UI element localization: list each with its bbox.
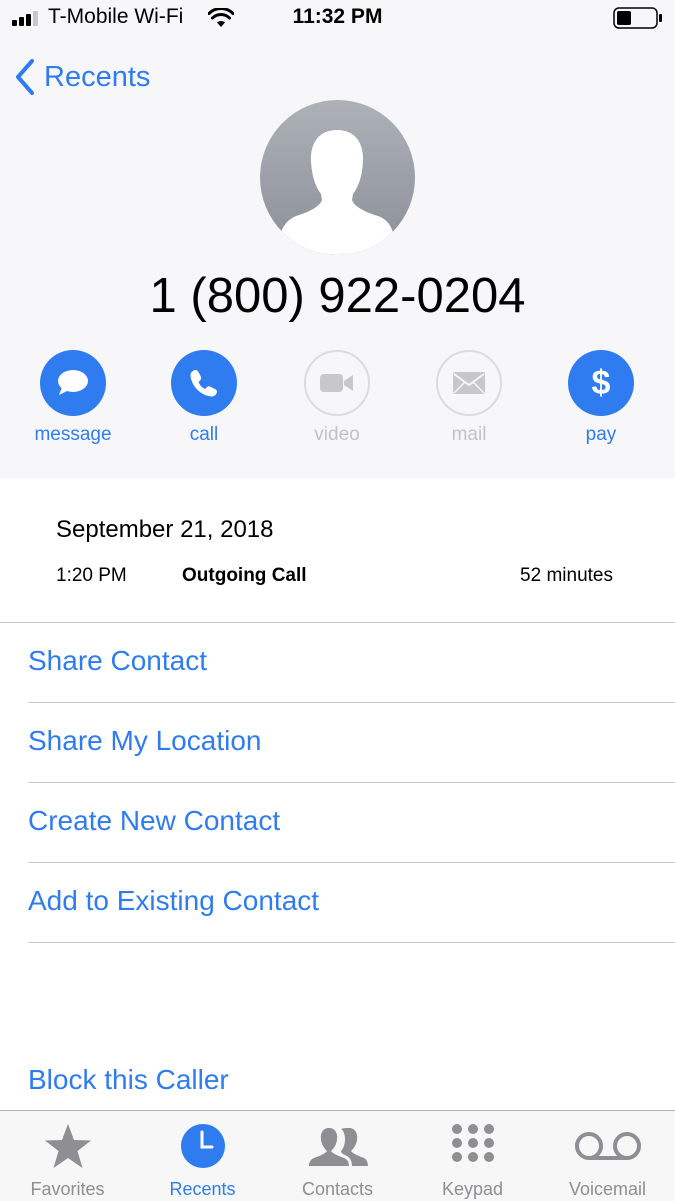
phone-icon — [190, 370, 217, 397]
divider — [28, 782, 675, 783]
tab-voicemail[interactable]: Voicemail — [540, 1111, 675, 1201]
pay-button[interactable]: $ pay — [556, 350, 646, 446]
tab-label: Contacts — [301, 1179, 374, 1199]
voicemail-icon — [574, 1132, 641, 1160]
mail-button: mail — [424, 350, 514, 446]
pay-label: pay — [585, 424, 617, 445]
create-new-contact-option[interactable]: Create New Contact — [28, 805, 280, 837]
svg-text:$: $ — [592, 364, 611, 402]
call-time: 1:20 PM — [56, 565, 127, 586]
video-circle — [304, 350, 370, 416]
back-label: Recents — [44, 60, 151, 93]
divider — [28, 862, 675, 863]
call-label: call — [189, 424, 219, 445]
message-label: message — [34, 424, 112, 445]
tab-label: Favorites — [30, 1179, 105, 1199]
phone-number: 1 (800) 922-0204 — [149, 269, 526, 323]
video-icon — [320, 374, 353, 392]
pay-circle: $ — [568, 350, 634, 416]
keypad-icon — [451, 1124, 494, 1162]
call-type: Outgoing Call — [182, 565, 307, 586]
star-icon — [44, 1124, 91, 1168]
battery-icon — [613, 7, 662, 29]
share-contact-option[interactable]: Share Contact — [28, 645, 207, 677]
call-circle — [171, 350, 237, 416]
message-button[interactable]: message — [28, 350, 118, 446]
tab-bar: Favorites Recents Contacts Keypad Voicem… — [0, 1110, 675, 1201]
back-button[interactable]: Recents — [14, 55, 150, 99]
mail-icon — [453, 372, 485, 394]
tab-label: Voicemail — [568, 1179, 647, 1199]
tab-favorites[interactable]: Favorites — [0, 1111, 135, 1201]
add-to-existing-contact-option[interactable]: Add to Existing Contact — [28, 885, 319, 917]
message-circle — [40, 350, 106, 416]
tab-label: Keypad — [441, 1179, 504, 1199]
call-button[interactable]: call — [159, 350, 249, 446]
status-bar: T-Mobile Wi-Fi 11:32 PM — [0, 0, 675, 38]
share-location-option[interactable]: Share My Location — [28, 725, 261, 757]
video-label: video — [314, 424, 360, 445]
tab-label: Recents — [169, 1179, 236, 1199]
call-duration: 52 minutes — [520, 565, 613, 586]
call-date: September 21, 2018 — [56, 516, 274, 543]
dollar-icon: $ — [592, 364, 611, 402]
divider — [0, 622, 675, 623]
divider — [28, 702, 675, 703]
tab-recents[interactable]: Recents — [135, 1111, 270, 1201]
message-icon — [58, 370, 88, 395]
person-silhouette-icon — [281, 130, 393, 255]
clock-icon — [180, 1124, 225, 1168]
mail-circle — [436, 350, 502, 416]
chevron-left-icon — [16, 59, 34, 95]
tab-contacts[interactable]: Contacts — [270, 1111, 405, 1201]
tab-keypad[interactable]: Keypad — [405, 1111, 540, 1201]
divider — [28, 942, 675, 943]
avatar — [260, 100, 415, 255]
clock: 11:32 PM — [292, 5, 383, 28]
video-button: video — [292, 350, 382, 446]
mail-label: mail — [451, 424, 487, 445]
block-caller-option[interactable]: Block this Caller — [28, 1064, 229, 1096]
contacts-icon — [308, 1128, 368, 1166]
